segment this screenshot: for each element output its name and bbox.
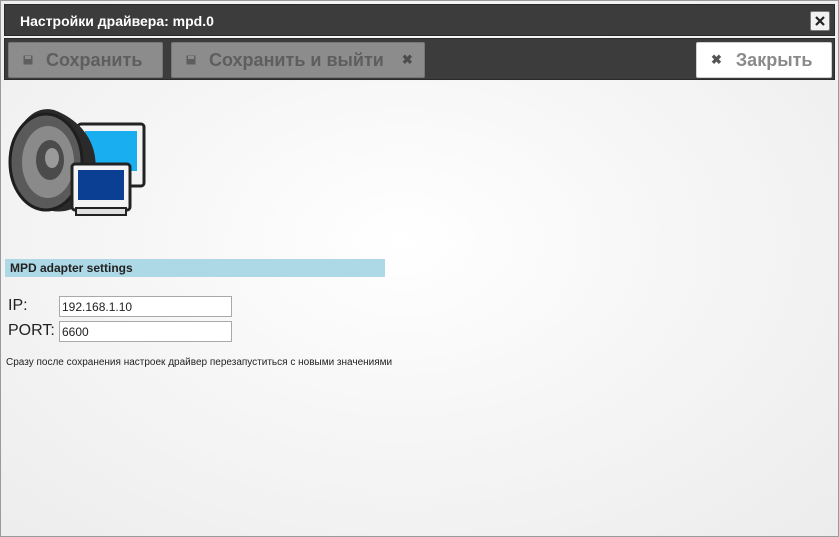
save-and-exit-button[interactable]: Сохранить и выйти ✖	[171, 42, 425, 78]
speaker-monitor-icon	[6, 104, 146, 224]
save-button-label: Сохранить	[46, 49, 143, 70]
toolbar: Сохранить Сохранить и выйти ✖ ✖ Закрыть	[4, 38, 835, 80]
title-bar: Настройки драйвера: mpd.0	[4, 4, 835, 36]
ip-input[interactable]	[59, 296, 232, 317]
window-title: Настройки драйвера: mpd.0	[20, 13, 214, 29]
close-icon: ✖	[711, 52, 722, 67]
floppy-disk-icon	[186, 55, 196, 65]
port-input[interactable]	[59, 321, 232, 342]
close-icon: ✖	[401, 52, 413, 67]
ip-label: IP:	[8, 297, 28, 314]
close-button[interactable]: ✖ Закрыть	[696, 42, 832, 78]
close-button-label: Закрыть	[735, 49, 813, 70]
restart-note: Сразу после сохранения настроек драйвер …	[6, 357, 393, 368]
close-icon	[815, 16, 825, 26]
window-close-button[interactable]	[810, 11, 830, 31]
section-header: MPD adapter settings	[5, 259, 385, 277]
driver-settings-window: Настройки драйвера: mpd.0 Сохранить Сохр…	[0, 0, 839, 537]
save-button[interactable]: Сохранить	[8, 42, 163, 78]
floppy-disk-icon	[23, 55, 33, 65]
port-label: PORT:	[8, 322, 55, 339]
save-and-exit-button-label: Сохранить и выйти	[209, 49, 384, 70]
